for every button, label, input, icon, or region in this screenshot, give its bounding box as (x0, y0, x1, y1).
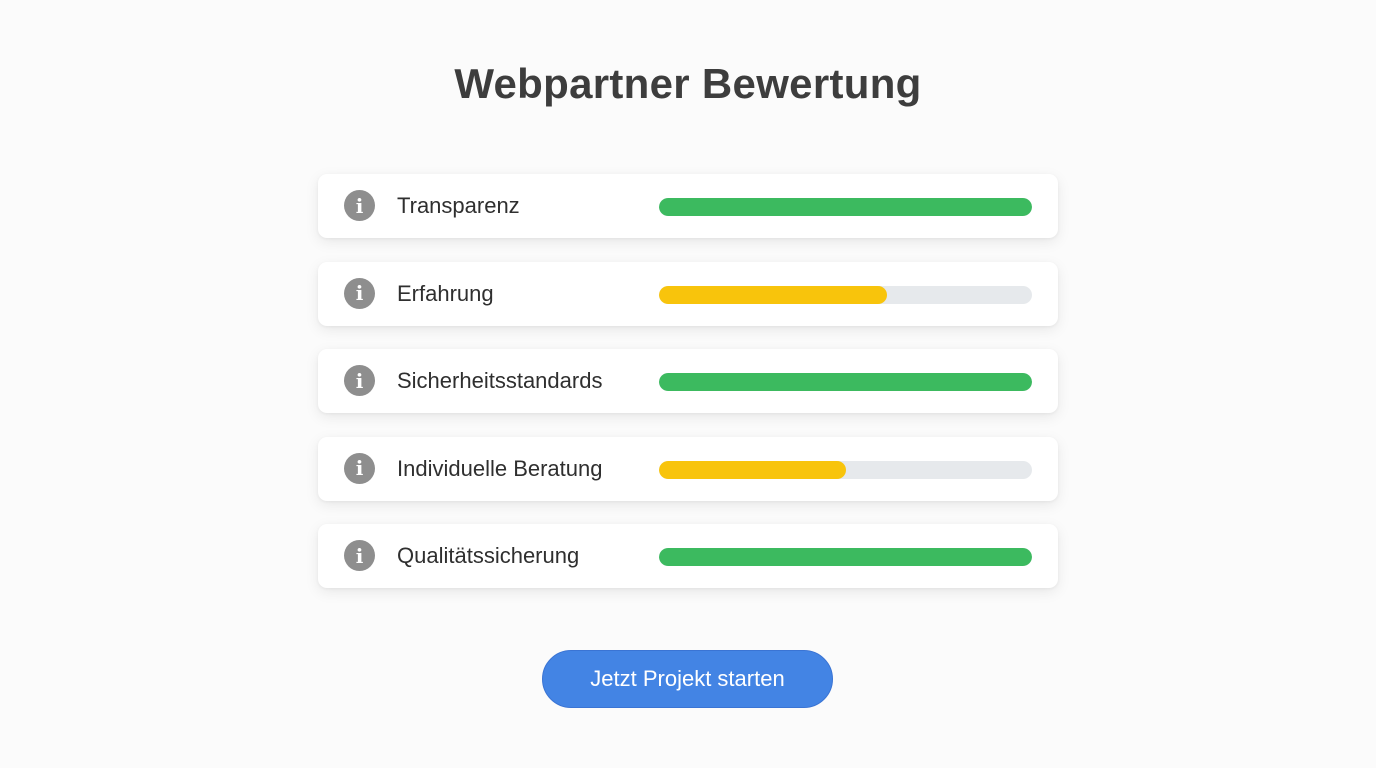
info-icon[interactable]: i (344, 365, 375, 396)
rating-bar-track (659, 548, 1032, 566)
rating-label: Erfahrung (397, 280, 494, 306)
rating-bar-track (659, 460, 1032, 479)
rating-bar-track (659, 285, 1032, 304)
rating-label: Transparenz (397, 193, 520, 218)
rating-row-qualitaetssicherung: i Qualitätssicherung (318, 524, 1058, 588)
rating-label: Qualitätssicherung (397, 543, 580, 568)
rating-bar-fill (659, 285, 887, 304)
rating-label: Sicherheitsstandards (397, 368, 603, 393)
rating-row-erfahrung: i Erfahrung (318, 261, 1058, 326)
rating-label: Individuelle Beratung (397, 455, 603, 481)
start-project-button[interactable]: Jetzt Projekt starten (542, 650, 833, 708)
rating-row-sicherheitsstandards: i Sicherheitsstandards (318, 349, 1058, 413)
rating-row-transparenz: i Transparenz (318, 174, 1058, 238)
rating-list: i Transparenz i Erfahrung i Sicherheitss… (318, 174, 1058, 612)
info-icon[interactable]: i (344, 540, 375, 571)
rating-bar-fill (659, 460, 846, 479)
rating-bar-fill (659, 198, 1032, 216)
info-icon[interactable]: i (344, 452, 375, 484)
rating-bar-fill (659, 373, 1032, 391)
rating-row-individuelle-beratung: i Individuelle Beratung (318, 436, 1058, 501)
info-icon[interactable]: i (344, 190, 375, 221)
page: Webpartner Bewertung i Transparenz i Erf… (0, 0, 1376, 768)
rating-bar-track (659, 198, 1032, 216)
page-title: Webpartner Bewertung (454, 60, 922, 107)
rating-bar-fill (659, 548, 1032, 566)
info-icon[interactable]: i (344, 277, 375, 309)
rating-bar-track (659, 373, 1032, 391)
